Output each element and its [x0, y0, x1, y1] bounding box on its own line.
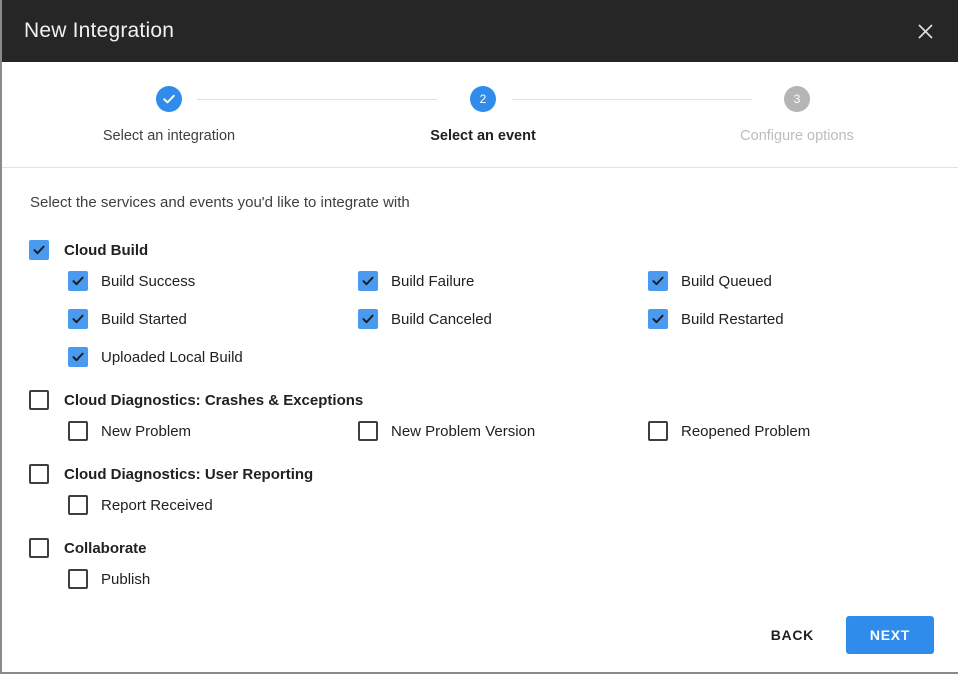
- dialog-body: Select the services and events you'd lik…: [2, 168, 958, 604]
- checkbox-reopened-problem[interactable]: [648, 421, 668, 441]
- checkbox-build-queued[interactable]: [648, 271, 668, 291]
- group-label-cloud-diagnostics-user-reporting: Cloud Diagnostics: User Reporting: [64, 465, 314, 483]
- step-3-circle: 3: [784, 86, 810, 112]
- event-row-new-problem-version[interactable]: New Problem Version: [358, 419, 535, 443]
- step-1-label: Select an integration: [102, 128, 236, 144]
- checkbox-new-problem[interactable]: [68, 421, 88, 441]
- event-row-build-success[interactable]: Build Success: [68, 269, 195, 293]
- group-label-cloud-diagnostics-crashes: Cloud Diagnostics: Crashes & Exceptions: [64, 391, 364, 409]
- event-row-build-restarted[interactable]: Build Restarted: [648, 307, 784, 331]
- event-grid-cloud-build: Build Success Build Failure Build Queued: [2, 269, 958, 381]
- next-button[interactable]: NEXT: [846, 616, 934, 654]
- event-row-build-canceled[interactable]: Build Canceled: [358, 307, 492, 331]
- group-collaborate: Collaborate Publish: [2, 529, 958, 603]
- checkbox-cloud-diagnostics-crashes[interactable]: [29, 390, 49, 410]
- group-cloud-diagnostics-user-reporting: Cloud Diagnostics: User Reporting Report…: [2, 455, 958, 529]
- checkbox-build-canceled[interactable]: [358, 309, 378, 329]
- back-button[interactable]: BACK: [757, 617, 828, 653]
- event-row-build-failure[interactable]: Build Failure: [358, 269, 474, 293]
- event-grid-collaborate: Publish: [2, 567, 958, 603]
- checkbox-report-received[interactable]: [68, 495, 88, 515]
- stepper-step-1[interactable]: Select an integration: [49, 86, 289, 144]
- group-label-cloud-build: Cloud Build: [64, 241, 149, 259]
- event-row-build-queued[interactable]: Build Queued: [648, 269, 772, 293]
- checkbox-collaborate[interactable]: [29, 538, 49, 558]
- step-3-number: 3: [793, 92, 801, 106]
- group-checkbox-row-cloud-build[interactable]: Cloud Build: [29, 231, 958, 269]
- group-cloud-build: Cloud Build Build Success Build Failure: [2, 231, 958, 381]
- checkbox-build-failure[interactable]: [358, 271, 378, 291]
- checkbox-cloud-build[interactable]: [29, 240, 49, 260]
- event-label-publish: Publish: [101, 570, 151, 588]
- group-cloud-diagnostics-crashes: Cloud Diagnostics: Crashes & Exceptions …: [2, 381, 958, 455]
- event-label-reopened-problem: Reopened Problem: [681, 422, 811, 440]
- step-2-number: 2: [479, 92, 487, 106]
- event-label-uploaded-local-build: Uploaded Local Build: [101, 348, 243, 366]
- new-integration-dialog: New Integration Select an integration 2 …: [0, 0, 958, 674]
- event-row-report-received[interactable]: Report Received: [68, 493, 213, 517]
- event-label-build-queued: Build Queued: [681, 272, 772, 290]
- event-label-build-canceled: Build Canceled: [391, 310, 492, 328]
- group-checkbox-row-cloud-diagnostics-user-reporting[interactable]: Cloud Diagnostics: User Reporting: [29, 455, 958, 493]
- step-2-circle: 2: [470, 86, 496, 112]
- close-icon[interactable]: [908, 14, 942, 48]
- intro-text: Select the services and events you'd lik…: [30, 194, 410, 211]
- dialog-footer: BACK NEXT: [2, 604, 958, 672]
- group-label-collaborate: Collaborate: [64, 539, 147, 557]
- step-2-label: Select an event: [430, 128, 536, 144]
- dialog-titlebar: New Integration: [2, 0, 958, 62]
- event-grid-cloud-diagnostics-crashes: New Problem New Problem Version Reopened…: [2, 419, 958, 455]
- stepper-step-2[interactable]: 2 Select an event: [363, 86, 603, 144]
- group-checkbox-row-collaborate[interactable]: Collaborate: [29, 529, 958, 567]
- step-3-label: Configure options: [740, 128, 854, 144]
- page-title: New Integration: [24, 19, 175, 42]
- wizard-stepper: Select an integration 2 Select an event …: [2, 62, 958, 168]
- checkbox-uploaded-local-build[interactable]: [68, 347, 88, 367]
- event-row-publish[interactable]: Publish: [68, 567, 150, 591]
- event-label-build-success: Build Success: [101, 272, 196, 290]
- step-1-circle: [156, 86, 182, 112]
- event-grid-cloud-diagnostics-user-reporting: Report Received: [2, 493, 958, 529]
- group-checkbox-row-cloud-diagnostics-crashes[interactable]: Cloud Diagnostics: Crashes & Exceptions: [29, 381, 958, 419]
- checkbox-publish[interactable]: [68, 569, 88, 589]
- event-row-reopened-problem[interactable]: Reopened Problem: [648, 419, 810, 443]
- checkbox-build-started[interactable]: [68, 309, 88, 329]
- event-label-build-started: Build Started: [101, 310, 187, 328]
- stepper-step-3[interactable]: 3 Configure options: [677, 86, 917, 144]
- checkbox-cloud-diagnostics-user-reporting[interactable]: [29, 464, 49, 484]
- event-label-build-restarted: Build Restarted: [681, 310, 784, 328]
- checkbox-build-success[interactable]: [68, 271, 88, 291]
- event-row-new-problem[interactable]: New Problem: [68, 419, 191, 443]
- event-label-new-problem-version: New Problem Version: [391, 422, 536, 440]
- checkbox-build-restarted[interactable]: [648, 309, 668, 329]
- event-row-uploaded-local-build[interactable]: Uploaded Local Build: [68, 345, 243, 369]
- event-row-build-started[interactable]: Build Started: [68, 307, 187, 331]
- event-label-new-problem: New Problem: [101, 422, 192, 440]
- event-label-build-failure: Build Failure: [391, 272, 475, 290]
- checkbox-new-problem-version[interactable]: [358, 421, 378, 441]
- event-label-report-received: Report Received: [101, 496, 213, 514]
